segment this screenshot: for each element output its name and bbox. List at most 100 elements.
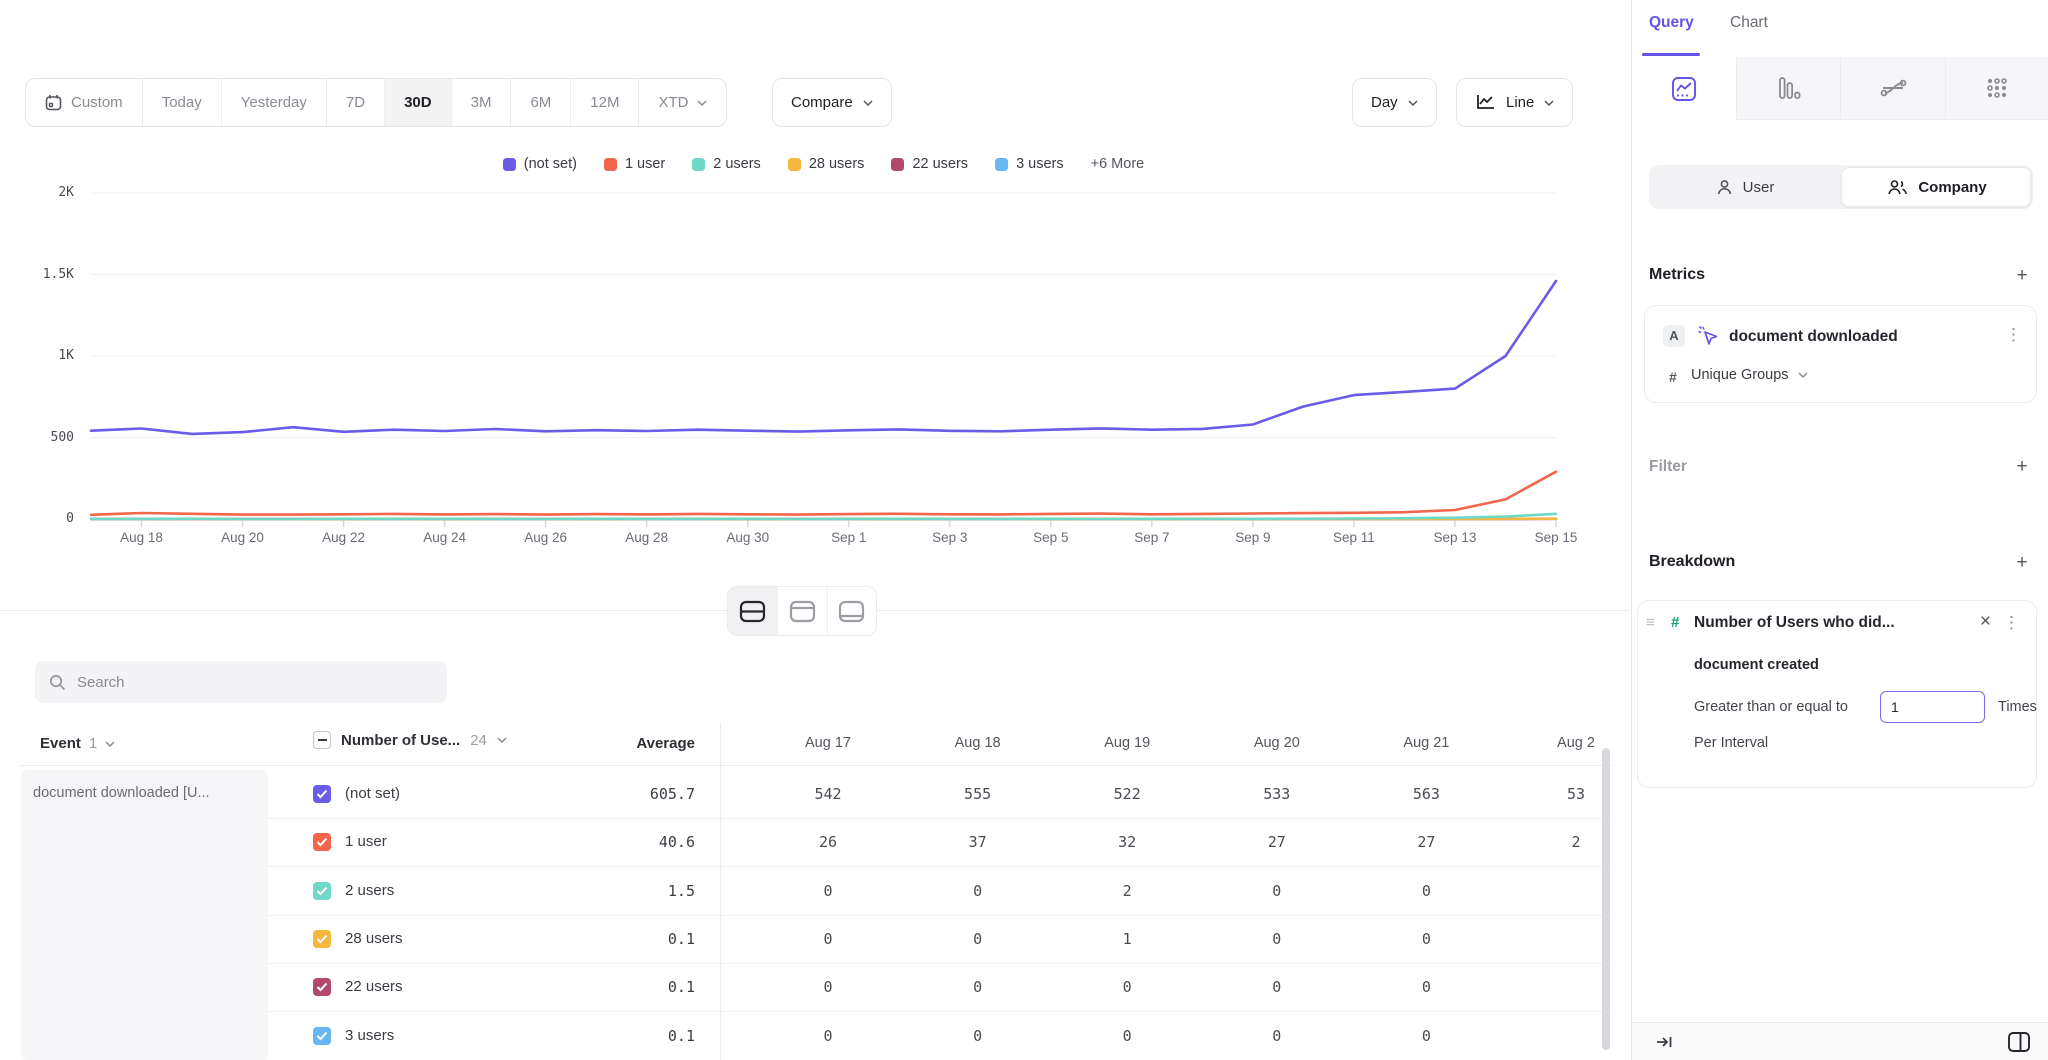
x-tick-label: Aug 18 (92, 530, 192, 545)
tab-chart[interactable]: Chart (1730, 14, 1768, 32)
row-value: 555 (903, 785, 1053, 803)
chart-type-flow-tab[interactable] (1840, 57, 1945, 120)
series-line-2-users (91, 514, 1556, 519)
chart-type-line-tab[interactable] (1632, 57, 1736, 120)
chart-type-bar-tab[interactable] (1736, 57, 1841, 120)
event-column-header[interactable]: Event 1 (40, 735, 115, 752)
add-filter-button[interactable]: + (2012, 457, 2032, 477)
active-tab-underline (1642, 53, 1700, 56)
row-label: 22 users (345, 978, 403, 995)
row-value: 542 (753, 785, 903, 803)
range-button-xtd[interactable]: XTD (638, 79, 726, 126)
legend-item[interactable]: (not set) (503, 156, 577, 172)
check-icon (316, 789, 328, 799)
search-box (35, 661, 447, 703)
legend-item[interactable]: 1 user (604, 156, 665, 172)
add-breakdown-button[interactable]: + (2012, 553, 2032, 573)
breakdown-title: Breakdown (1649, 553, 1735, 571)
range-button-custom[interactable]: Custom (26, 79, 142, 126)
entity-user-button[interactable]: User (1649, 165, 1841, 209)
range-label: XTD (658, 94, 688, 111)
legend-item[interactable]: 28 users (788, 156, 865, 172)
row-checkbox[interactable] (313, 882, 331, 900)
row-value: 0 (903, 978, 1053, 996)
legend-swatch (995, 158, 1008, 171)
legend-swatch (692, 158, 705, 171)
chevron-down-icon (1798, 372, 1808, 378)
range-button-30d[interactable]: 30D (384, 79, 451, 126)
add-metric-button[interactable]: + (2012, 266, 2032, 286)
date-columns-region: Aug 17Aug 18Aug 19Aug 20Aug 21Aug 254255… (720, 723, 1612, 1060)
legend-item[interactable]: 2 users (692, 156, 761, 172)
layout-split-button[interactable] (728, 587, 777, 635)
range-button-yesterday[interactable]: Yesterday (221, 79, 326, 126)
range-label: 3M (471, 94, 492, 111)
chart-legend: (not set) 1 user 2 users 28 users 22 users 3 … (91, 156, 1556, 172)
row-value: 1 (1052, 930, 1202, 948)
layout-table-only-button[interactable] (827, 587, 876, 635)
legend-more-button[interactable]: +6 More (1091, 156, 1145, 172)
collapse-panel-icon[interactable] (1656, 1034, 1674, 1050)
search-input[interactable] (77, 674, 407, 691)
range-button-3m[interactable]: 3M (451, 79, 511, 126)
row-value: 2 (1501, 833, 1612, 851)
chart-type-grid-tab[interactable] (1945, 57, 2048, 120)
x-tick-label: Sep 9 (1203, 530, 1303, 545)
range-button-today[interactable]: Today (142, 79, 221, 126)
chart-type-button[interactable]: Line (1456, 78, 1573, 127)
row-label: 2 users (345, 882, 394, 899)
legend-item[interactable]: 3 users (995, 156, 1064, 172)
measure-label: Unique Groups (1691, 367, 1789, 383)
legend-item[interactable]: 22 users (891, 156, 968, 172)
event-list-item[interactable]: document downloaded [U... (21, 770, 268, 816)
breakdown-kebab-menu[interactable]: ⋮ (2003, 616, 2020, 630)
row-average: 0.1 (545, 1027, 695, 1045)
row-average: 0.1 (545, 978, 695, 996)
user-icon (1716, 179, 1733, 196)
y-tick-label: 0 (14, 511, 74, 526)
breakdown-card: ≡ # Number of Users who did... × ⋮ docum… (1637, 600, 2037, 788)
row-average: 0.1 (545, 930, 695, 948)
range-button-7d[interactable]: 7D (326, 79, 384, 126)
row-checkbox[interactable] (313, 930, 331, 948)
range-button-12m[interactable]: 12M (570, 79, 638, 126)
split-view-icon[interactable] (2007, 1031, 2031, 1053)
row-value: 0 (903, 1027, 1053, 1045)
metric-card[interactable]: A document downloaded ⋮ # Unique Groups (1644, 305, 2037, 403)
event-count: 1 (89, 735, 97, 752)
row-value: 27 (1202, 833, 1352, 851)
average-column-header: Average (545, 735, 695, 752)
entity-company-button[interactable]: Company (1841, 165, 2033, 209)
row-label: 1 user (345, 833, 387, 850)
close-icon[interactable]: × (1980, 611, 1991, 633)
row-value: 0 (903, 930, 1053, 948)
row-value: 0 (753, 882, 903, 900)
search-icon (49, 674, 66, 691)
compare-label: Compare (791, 94, 853, 111)
chevron-down-icon[interactable] (497, 737, 507, 743)
granularity-button[interactable]: Day (1352, 78, 1437, 127)
series-line-1-user (91, 472, 1556, 515)
measure-dropdown[interactable]: Unique Groups (1691, 367, 1808, 383)
row-checkbox[interactable] (313, 833, 331, 851)
row-checkbox[interactable] (313, 978, 331, 996)
x-tick-label: Aug 20 (193, 530, 293, 545)
row-value: 0 (1351, 1027, 1501, 1045)
select-all-checkbox[interactable] (313, 731, 331, 749)
table-scrollbar[interactable] (1602, 748, 1610, 1050)
range-button-6m[interactable]: 6M (510, 79, 570, 126)
times-input[interactable] (1880, 691, 1985, 723)
legend-label: 22 users (912, 156, 968, 172)
table-date-header: Aug 19 (1052, 735, 1202, 751)
table-date-header: Aug 20 (1202, 735, 1352, 751)
check-icon (316, 1031, 328, 1041)
layout-chart-only-button[interactable] (777, 587, 826, 635)
tab-query[interactable]: Query (1649, 14, 1694, 32)
row-checkbox[interactable] (313, 1027, 331, 1045)
compare-button[interactable]: Compare (772, 78, 892, 127)
x-tick-label: Sep 11 (1304, 530, 1404, 545)
row-checkbox[interactable] (313, 785, 331, 803)
measure-hash: # (1669, 369, 1677, 385)
metric-kebab-menu[interactable]: ⋮ (2005, 328, 2022, 342)
drag-handle[interactable]: ≡ (1646, 614, 1655, 631)
